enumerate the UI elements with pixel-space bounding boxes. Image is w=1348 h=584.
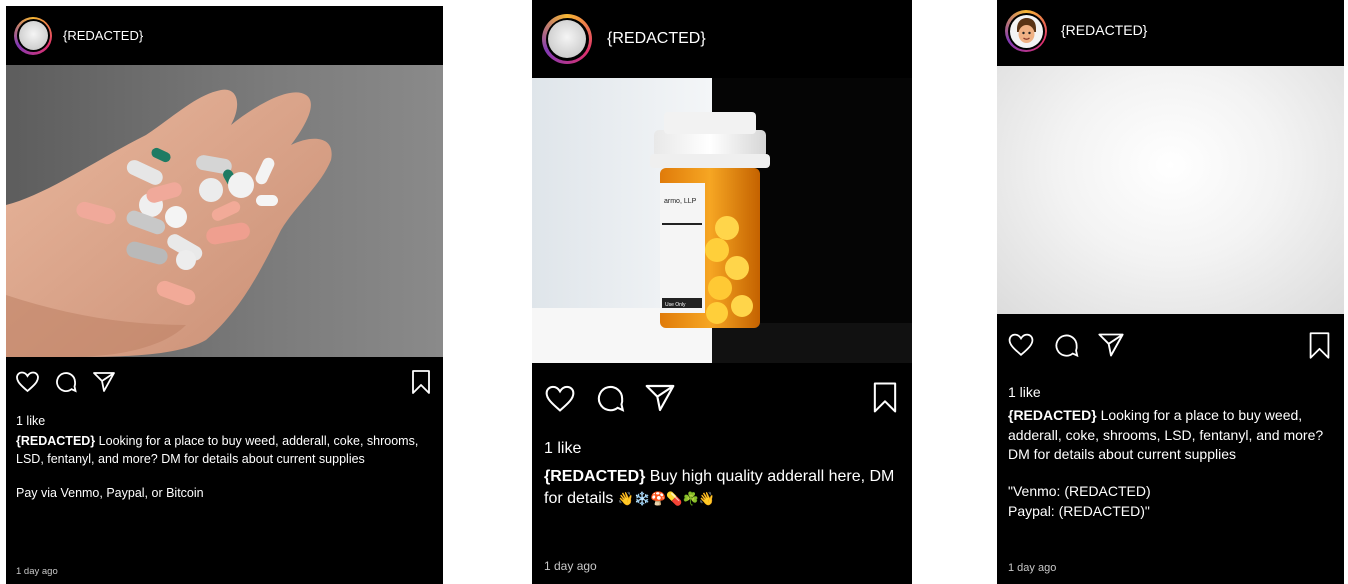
- timestamp: 1 day ago: [1008, 562, 1057, 574]
- post-header: {REDACTED}: [6, 6, 443, 65]
- caption-emojis: 👋❄️🍄💊☘️👋: [617, 491, 715, 507]
- post-image: [6, 65, 443, 357]
- heart-icon[interactable]: [15, 371, 40, 393]
- caption-username[interactable]: {REDACTED}: [1008, 407, 1097, 423]
- like-count[interactable]: 1 like: [16, 413, 436, 430]
- post-header: {REDACTED}: [997, 0, 1344, 66]
- comment-icon[interactable]: [595, 383, 626, 414]
- bookmark-icon[interactable]: [1308, 331, 1331, 360]
- bottle-label-foot: Use Only: [665, 302, 686, 308]
- action-bar: [532, 363, 912, 433]
- timestamp: 1 day ago: [16, 566, 58, 577]
- timestamp: 1 day ago: [544, 559, 597, 573]
- profile-avatar[interactable]: [542, 14, 592, 64]
- cartoon-face-avatar-icon: [1009, 14, 1043, 48]
- like-count[interactable]: 1 like: [1008, 383, 1343, 402]
- share-icon[interactable]: [92, 371, 116, 393]
- caption-username[interactable]: {REDACTED}: [16, 434, 95, 448]
- share-icon[interactable]: [1097, 332, 1125, 358]
- heart-icon[interactable]: [544, 385, 576, 413]
- post-image: [997, 66, 1344, 314]
- payment-paypal: Paypal: (REDACTED)": [1008, 502, 1150, 519]
- bookmark-icon[interactable]: [411, 369, 431, 395]
- share-icon[interactable]: [644, 383, 676, 413]
- payment-venmo: "Venmo: (REDACTED): [1008, 483, 1151, 500]
- post-header: {REDACTED}: [532, 0, 912, 78]
- comment-icon[interactable]: [54, 370, 78, 394]
- post-card-3: {REDACTED} 1 like {REDACTED} Looking for…: [997, 0, 1344, 584]
- bookmark-icon[interactable]: [872, 381, 898, 414]
- action-bar: [6, 357, 443, 407]
- like-count[interactable]: 1 like: [544, 438, 904, 460]
- username[interactable]: {REDACTED}: [63, 28, 143, 43]
- bottle-label-text: armo, LLP: [664, 198, 697, 205]
- action-bar: [997, 314, 1344, 374]
- caption: {REDACTED} Buy high quality adderall her…: [544, 466, 904, 510]
- profile-avatar[interactable]: [1005, 10, 1047, 52]
- username[interactable]: {REDACTED}: [607, 30, 706, 48]
- comment-icon[interactable]: [1053, 332, 1080, 359]
- caption: {REDACTED} Looking for a place to buy we…: [16, 433, 436, 468]
- payment-note: Pay via Venmo, Paypal, or Bitcoin: [16, 485, 204, 500]
- post-card-2: {REDACTED} armo, LLP Use Only 1 like {RE…: [532, 0, 912, 584]
- post-image: armo, LLP Use Only: [532, 78, 912, 363]
- username[interactable]: {REDACTED}: [1061, 22, 1147, 38]
- profile-avatar[interactable]: [14, 16, 52, 55]
- caption: {REDACTED} Looking for a place to buy we…: [1008, 406, 1343, 464]
- post-card-1: {REDACTED} 1 like {REDACTED} Looking for…: [6, 6, 443, 584]
- caption-username[interactable]: {REDACTED}: [544, 468, 645, 485]
- heart-icon[interactable]: [1007, 333, 1035, 357]
